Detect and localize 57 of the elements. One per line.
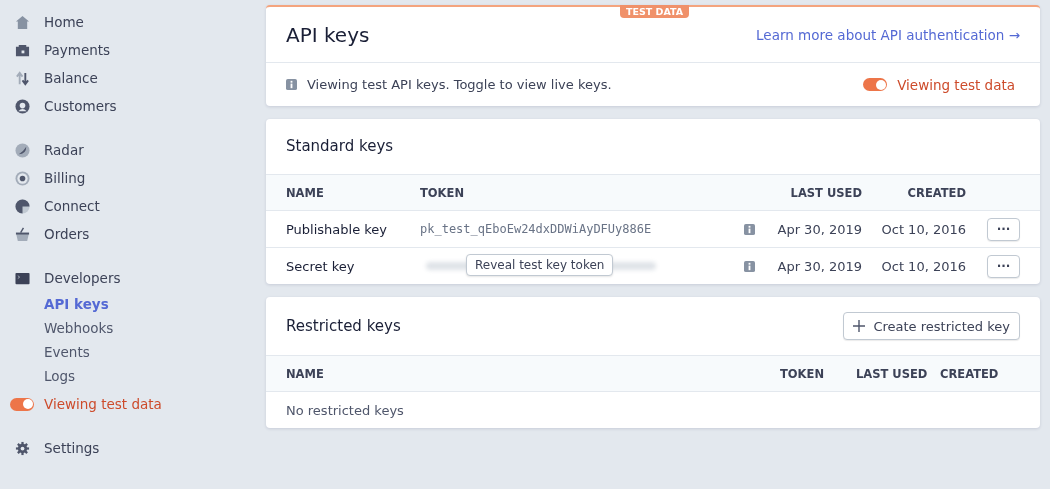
- pie-icon: [15, 198, 30, 214]
- nav-item[interactable]: Developers: [44, 270, 121, 286]
- column-header: LAST USED: [789, 185, 862, 200]
- toggle-label: Viewing test data: [897, 76, 1015, 93]
- toggle-label: Viewing test data: [44, 396, 162, 412]
- token-text: pk_test_qEboEw24dxDDWiAyDFUy886E: [420, 222, 652, 236]
- table-cell-text: Oct 10, 2016: [880, 258, 966, 274]
- key-name: Publishable key: [286, 221, 389, 237]
- table-cell-text: Oct 10, 2016: [880, 221, 966, 237]
- column-header: TOKEN: [420, 185, 465, 200]
- more-button[interactable]: ···: [987, 254, 1020, 278]
- nav-item[interactable]: Radar: [44, 142, 84, 158]
- test-data-badge: TEST DATA: [620, 5, 690, 18]
- column-header: LAST USED: [856, 366, 929, 381]
- more-button[interactable]: ···: [987, 217, 1020, 241]
- nav-item[interactable]: Payments: [44, 42, 111, 58]
- key-name: Secret key: [286, 258, 356, 274]
- arrows-icon: [15, 70, 30, 86]
- section-title: Restricted keys: [286, 317, 401, 335]
- reveal-tooltip[interactable]: Reveal test key token: [466, 254, 614, 276]
- page-title: API keys: [286, 22, 370, 47]
- info-icon: [744, 223, 755, 235]
- nav-subitem[interactable]: API keys: [44, 292, 109, 316]
- toggle-switch[interactable]: [10, 397, 34, 411]
- empty-message: No restricted keys: [286, 402, 404, 418]
- terminal-icon: [15, 270, 30, 286]
- radar-icon: [15, 142, 30, 158]
- nav-item[interactable]: Connect: [44, 198, 100, 214]
- user-icon: [15, 98, 30, 114]
- toggle-switch[interactable]: [863, 78, 888, 91]
- notice-text: Viewing test API keys. Toggle to view live keys.: [307, 77, 613, 92]
- nav-item[interactable]: Orders: [44, 226, 90, 242]
- nav-item[interactable]: Settings: [44, 440, 100, 456]
- target-icon: [15, 170, 30, 186]
- wallet-icon: [15, 42, 30, 58]
- nav-subitem[interactable]: Logs: [44, 364, 76, 388]
- column-header: CREATED: [906, 185, 966, 200]
- settings-icon: [15, 440, 30, 456]
- column-header: NAME: [286, 185, 325, 200]
- column-header: CREATED: [940, 366, 1000, 381]
- nav-subitem[interactable]: Events: [44, 340, 90, 364]
- nav-item[interactable]: Customers: [44, 98, 117, 114]
- table-cell-text: Apr 30, 2019: [776, 221, 862, 237]
- learn-more-link[interactable]: Learn more about API authentication →: [756, 26, 1020, 43]
- column-header: NAME: [286, 366, 325, 381]
- table-cell-text: Apr 30, 2019: [776, 258, 862, 274]
- info-icon: [744, 260, 755, 272]
- nav-item[interactable]: Balance: [44, 70, 98, 86]
- basket-icon: [15, 226, 30, 242]
- home-icon: [15, 14, 30, 30]
- nav-item[interactable]: Billing: [44, 170, 86, 186]
- nav-item[interactable]: Home: [44, 14, 84, 30]
- create-key-button[interactable]: Create restricted key: [843, 312, 1020, 340]
- info-icon: [286, 79, 297, 90]
- plus-icon: [853, 320, 866, 332]
- column-header: TOKEN: [780, 366, 825, 381]
- nav-subitem[interactable]: Webhooks: [44, 316, 114, 340]
